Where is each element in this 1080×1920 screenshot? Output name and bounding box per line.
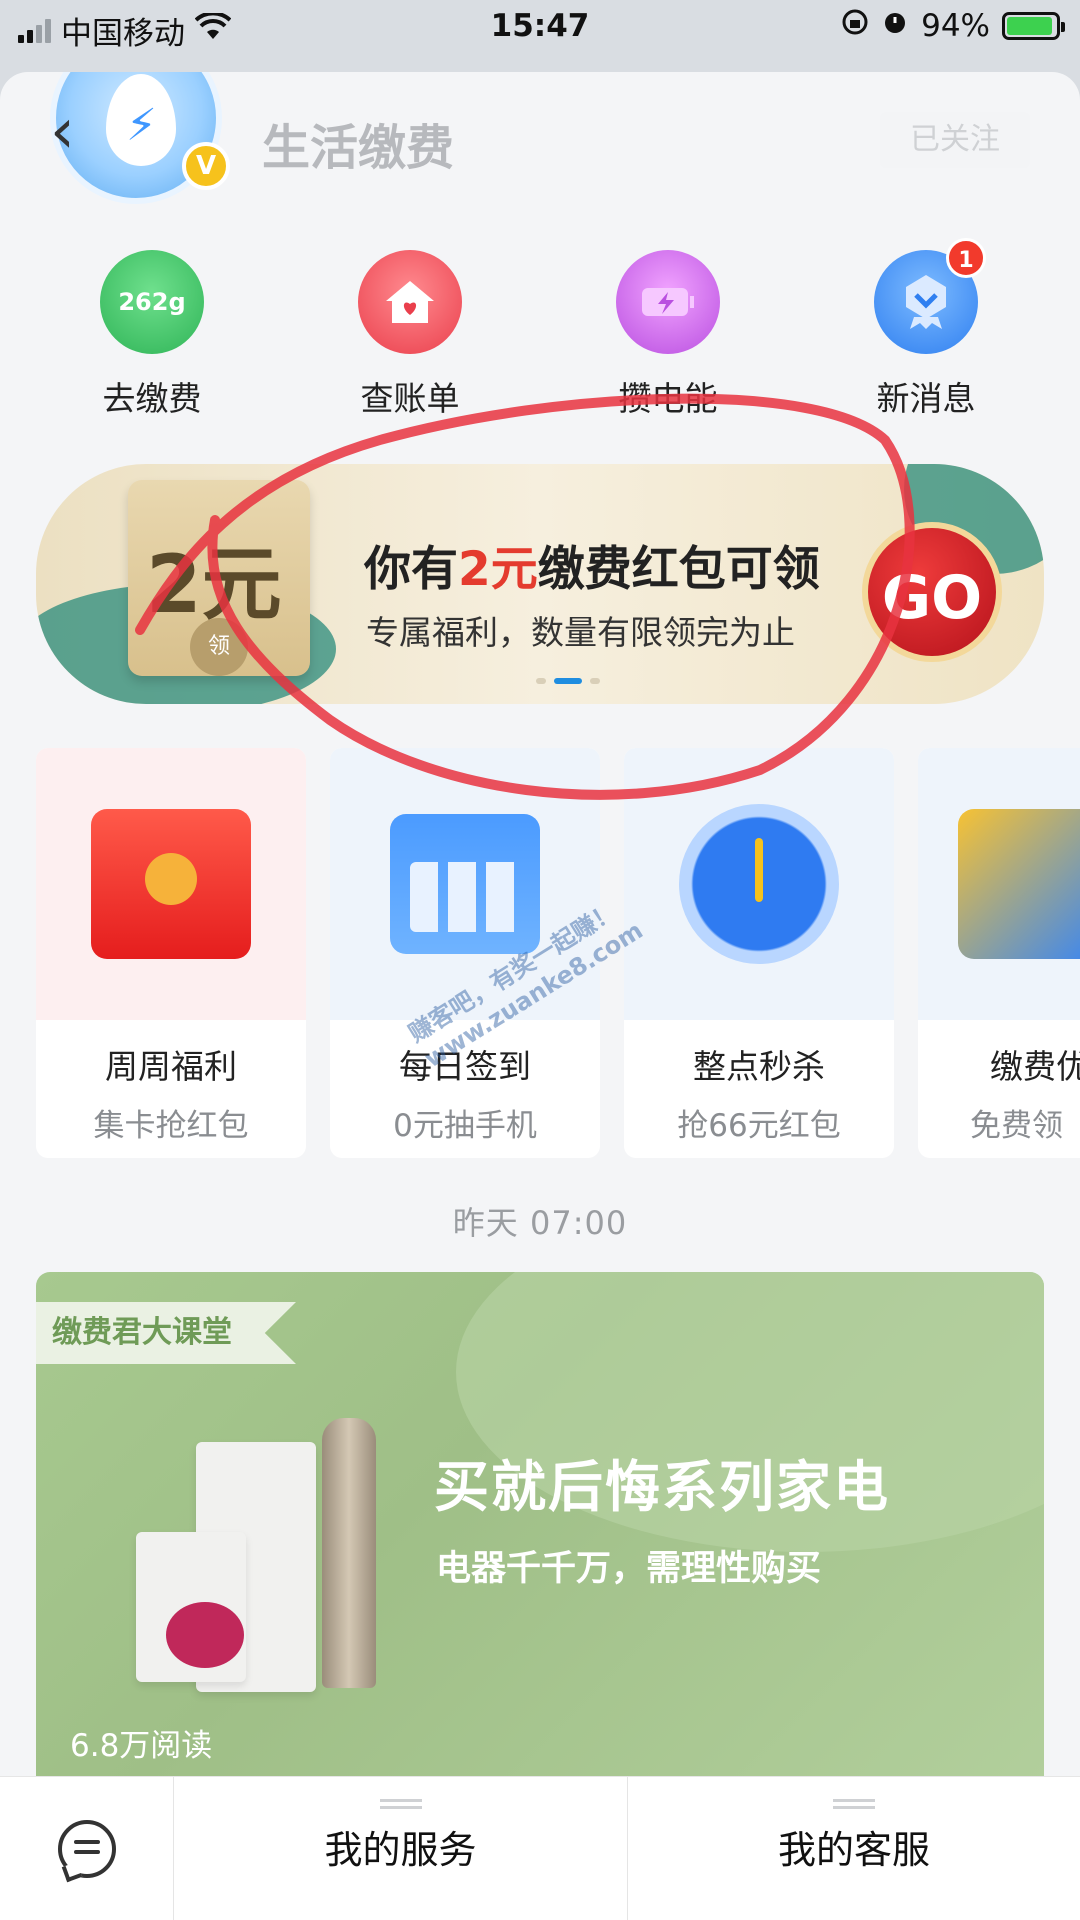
- message-timestamp: 昨天 07:00: [452, 1204, 628, 1242]
- quick-item-energy[interactable]: 攒电能: [568, 250, 768, 420]
- article-tag: 缴费君大课堂: [36, 1302, 296, 1364]
- follow-button[interactable]: 已关注: [880, 112, 1030, 168]
- card-title: 周周福利: [105, 1047, 237, 1086]
- verified-badge: V: [182, 142, 230, 190]
- red-envelope-gift-icon: [36, 748, 306, 1020]
- coupon-icon: [918, 748, 1080, 1020]
- bottom-tab-bar: 我的服务 我的客服: [0, 1776, 1080, 1920]
- banner-subtitle: 专属福利，数量有限领完为止: [366, 613, 795, 652]
- envelope-illustration: 2元 领: [128, 480, 310, 676]
- promo-card-flash-sale[interactable]: 整点秒杀 抢66元红包: [624, 748, 894, 1158]
- article-subtitle: 电器千千万，需理性购买: [436, 1549, 822, 1589]
- quick-menu: 262g 去缴费 查账单 攒电能 1 新消息: [0, 238, 1080, 420]
- go-button[interactable]: GO: [862, 522, 1002, 662]
- quick-item-label: 新消息: [876, 379, 976, 418]
- card-subtitle: 抢66元红包: [677, 1108, 841, 1144]
- official-account-sheet: ⚡ ‹ V 生活缴费 已关注 262g 去缴费 查账单 攒电能 1 新消息 2元…: [0, 72, 1080, 1920]
- battery-charge-icon: [616, 250, 720, 354]
- battery-icon: [1002, 12, 1065, 40]
- status-right: 94%: [841, 8, 1065, 44]
- card-title: 整点秒杀: [693, 1047, 825, 1086]
- tab-label: 我的客服: [777, 1828, 930, 1872]
- account-header: ⚡ ‹ V 生活缴费 已关注: [0, 72, 1080, 204]
- tab-my-services[interactable]: 我的服务: [174, 1777, 628, 1920]
- card-title: 缴费优: [990, 1047, 1080, 1086]
- alarm-icon: [881, 8, 909, 44]
- keyboard-toggle-button[interactable]: [0, 1777, 174, 1920]
- banner-amount-highlight: 2元: [458, 542, 538, 597]
- article-card[interactable]: 缴费君大课堂 买就后悔系列家电 电器千千万，需理性购买 6.8万阅读: [36, 1272, 1044, 1792]
- quick-item-label: 查账单: [360, 379, 460, 418]
- promo-card-coupon[interactable]: 缴费优 免费领: [918, 748, 1080, 1158]
- battery-percent: 94%: [921, 8, 990, 44]
- article-read-count: 6.8万阅读: [70, 1728, 213, 1764]
- account-title: 生活缴费: [262, 120, 455, 176]
- article-title: 买就后悔系列家电: [434, 1455, 891, 1519]
- envelope-seal: 领: [190, 618, 248, 676]
- lightning-icon: ⚡: [126, 100, 157, 151]
- card-subtitle: 免费领: [970, 1108, 1063, 1144]
- quick-item-pay[interactable]: 262g 去缴费: [52, 250, 252, 420]
- medal-message-icon: 1: [874, 238, 986, 354]
- bill-pay-icon: 262g: [100, 250, 204, 354]
- rotation-lock-icon: [841, 8, 869, 44]
- quick-item-messages[interactable]: 1 新消息: [826, 238, 1026, 420]
- card-subtitle: 0元抽手机: [393, 1108, 537, 1144]
- unread-badge: 1: [946, 238, 986, 278]
- clock-timer-icon: [624, 748, 894, 1020]
- status-bar: 中国移动 15:47 94%: [0, 0, 1080, 62]
- carousel-dots: [536, 678, 600, 684]
- tab-customer-service[interactable]: 我的客服: [628, 1777, 1080, 1920]
- tab-label: 我的服务: [324, 1828, 477, 1872]
- red-packet-banner[interactable]: 2元 领 你有2元缴费红包可领 专属福利，数量有限领完为止 GO: [36, 464, 1044, 704]
- promo-card-weekly[interactable]: 周周福利 集卡抢红包: [36, 748, 306, 1158]
- chat-bubble-icon: [57, 1820, 116, 1878]
- house-heart-icon: [358, 250, 462, 354]
- card-subtitle: 集卡抢红包: [93, 1108, 249, 1144]
- back-chevron-icon[interactable]: ‹: [50, 94, 75, 167]
- quick-item-label: 去缴费: [102, 379, 202, 418]
- menu-grip-icon: [379, 1799, 422, 1809]
- menu-grip-icon: [833, 1799, 875, 1809]
- appliances-illustration: [126, 1412, 426, 1712]
- banner-headline: 你有2元缴费红包可领: [364, 542, 820, 597]
- quick-item-bills[interactable]: 查账单: [310, 250, 510, 420]
- quick-item-label: 攒电能: [618, 379, 718, 418]
